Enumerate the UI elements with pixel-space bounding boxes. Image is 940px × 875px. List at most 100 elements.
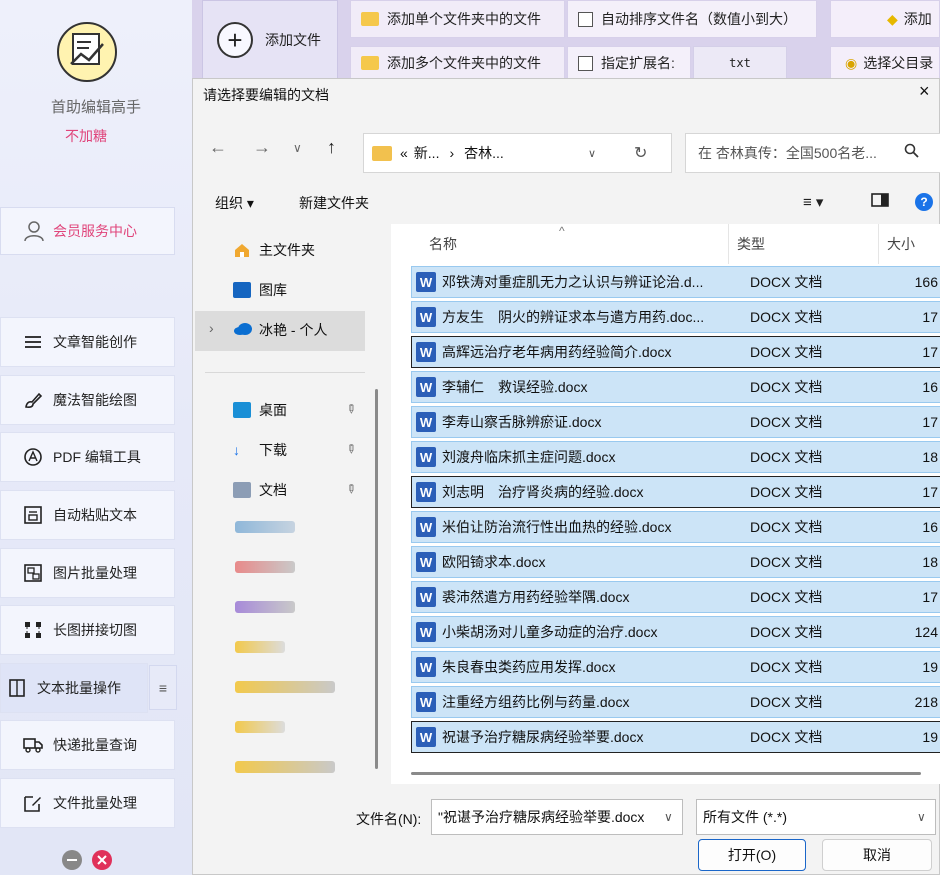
word-doc-icon: W (416, 342, 436, 362)
address-segment[interactable]: 杏林... (464, 143, 504, 163)
file-size: 166 (914, 274, 938, 290)
file-row[interactable]: W 朱良春虫类药应用发挥.docx DOCX 文档 19 (411, 651, 940, 683)
file-type: DOCX 文档 (750, 694, 823, 710)
close-icon[interactable] (92, 850, 112, 870)
select-parent-button[interactable]: ◉ 选择父目录 (830, 46, 940, 80)
preview-pane-icon[interactable] (871, 193, 889, 211)
file-name: 朱良春虫类药应用发挥.docx (442, 659, 616, 675)
new-folder-button[interactable]: 新建文件夹 (299, 193, 369, 213)
column-type[interactable]: 类型 (737, 234, 765, 254)
auto-sort-checkbox[interactable]: 自动排序文件名（数值小到大） (567, 0, 817, 38)
horizontal-scrollbar[interactable] (411, 772, 921, 775)
nav-auto-paste[interactable]: 自动粘贴文本 (0, 490, 175, 540)
file-type: DOCX 文档 (750, 309, 823, 325)
add-file-label: 添加文件 (265, 32, 321, 48)
file-row[interactable]: W 李寿山察舌脉辨瘀证.docx DOCX 文档 17 (411, 406, 940, 438)
nav-file-batch[interactable]: 文件批量处理 (0, 778, 175, 828)
cancel-button[interactable]: 取消 (822, 839, 932, 871)
address-segment[interactable]: 新... (414, 143, 440, 163)
filename-input[interactable]: "祝谌予治疗糖尿病经验举要.docx ∨ (431, 799, 683, 835)
add-single-folder-button[interactable]: 添加单个文件夹中的文件 (350, 0, 565, 38)
member-center-button[interactable]: 会员服务中心 (0, 207, 175, 255)
nav-scrollbar[interactable] (375, 389, 378, 769)
nav-gallery[interactable]: 图库 (233, 272, 287, 308)
file-name: 欧阳锜求本.docx (442, 554, 546, 570)
file-row[interactable]: W 高辉远治疗老年病用药经验简介.docx DOCX 文档 17 (411, 336, 940, 368)
address-overflow[interactable]: « (400, 145, 408, 161)
file-type-select[interactable]: 所有文件 (*.*) ∨ (696, 799, 936, 835)
nav-label: 文件批量处理 (53, 795, 137, 811)
nav-home[interactable]: 主文件夹 (233, 232, 315, 268)
chevron-down-icon[interactable]: ∨ (664, 810, 673, 824)
minimize-icon[interactable] (62, 850, 82, 870)
nav-downloads[interactable]: ↓ 下载 (233, 432, 287, 468)
column-separator[interactable] (878, 224, 879, 264)
specify-ext-checkbox[interactable]: 指定扩展名: (567, 46, 691, 80)
view-list-icon[interactable]: ≡ ▾ (803, 193, 823, 211)
file-list: ^ 名称 类型 大小 W 邓铁涛对重症肌无力之认识与辨证论治.d... DOCX 文… (391, 224, 940, 784)
file-row[interactable]: W 欧阳锜求本.docx DOCX 文档 18 (411, 546, 940, 578)
file-row[interactable]: W 小柴胡汤对儿童多动症的治疗.docx DOCX 文档 124 (411, 616, 940, 648)
word-doc-icon: W (416, 412, 436, 432)
nav-image-batch[interactable]: 图片批量处理 (0, 548, 175, 598)
nav-pdf-tools[interactable]: PDF 编辑工具 (0, 432, 175, 482)
chevron-down-icon[interactable]: ∨ (588, 147, 596, 160)
pin-icon[interactable]: ✎ (343, 400, 360, 417)
nav-desktop-label: 桌面 (259, 402, 287, 418)
navigation-pane: 主文件夹 图库 › 冰艳 - 个人 桌面 ✎ ↓ 下载 ✎ 文档 ✎ (193, 224, 383, 784)
blurred-item (235, 681, 335, 693)
column-name[interactable]: 名称 (429, 234, 457, 254)
chevron-down-icon: ∨ (917, 810, 926, 824)
file-row[interactable]: W 李辅仁 救误经验.docx DOCX 文档 16 (411, 371, 940, 403)
nav-home-label: 主文件夹 (259, 242, 315, 258)
add-single-folder-label: 添加单个文件夹中的文件 (387, 11, 541, 27)
file-row[interactable]: W 注重经方组药比例与药量.docx DOCX 文档 218 (411, 686, 940, 718)
forward-arrow-icon[interactable]: → (253, 137, 271, 158)
extension-input[interactable]: txt (693, 46, 787, 80)
up-arrow-icon[interactable]: ↑ (327, 137, 336, 158)
file-size: 18 (922, 449, 938, 465)
add-multi-folder-button[interactable]: 添加多个文件夹中的文件 (350, 46, 565, 80)
dialog-close-icon[interactable]: × (919, 81, 939, 102)
pin-icon[interactable]: ✎ (343, 480, 360, 497)
file-row[interactable]: W 祝谌予治疗糖尿病经验举要.docx DOCX 文档 19 (411, 721, 940, 753)
nav-desktop[interactable]: 桌面 (233, 392, 287, 428)
file-row[interactable]: W 刘渡舟临床抓主症问题.docx DOCX 文档 18 (411, 441, 940, 473)
column-separator[interactable] (728, 224, 729, 264)
nav-documents[interactable]: 文档 (233, 472, 287, 508)
app-logo-icon (57, 22, 117, 82)
nav-text-batch[interactable]: 文本批量操作 (0, 663, 148, 713)
file-name: 祝谌予治疗糖尿病经验举要.docx (442, 729, 644, 745)
nav-onedrive[interactable]: 冰艳 - 个人 (233, 312, 327, 348)
pin-icon[interactable]: ✎ (343, 440, 360, 457)
file-row[interactable]: W 刘志明 治疗肾炎病的经验.docx DOCX 文档 17 (411, 476, 940, 508)
truck-icon (23, 735, 43, 755)
nav-label: 文本批量操作 (37, 680, 121, 696)
expand-chevron-icon[interactable]: › (209, 320, 214, 336)
add-file-button[interactable]: + 添加文件 (202, 0, 338, 80)
file-row[interactable]: W 邓铁涛对重症肌无力之认识与辨证论治.d... DOCX 文档 166 (411, 266, 940, 298)
help-icon[interactable]: ? (915, 193, 933, 211)
text-icon (7, 678, 27, 698)
back-arrow-icon[interactable]: ← (209, 137, 227, 158)
search-input[interactable]: 在 杏林真传：全国500名老... (685, 133, 940, 173)
search-icon (904, 143, 920, 162)
organize-button[interactable]: 组织 ▾ (215, 193, 254, 213)
desktop-icon (233, 402, 251, 418)
file-row[interactable]: W 裘沛然遣方用药经验举隅.docx DOCX 文档 17 (411, 581, 940, 613)
nav-article-writing[interactable]: 文章智能创作 (0, 317, 175, 367)
nav-long-image[interactable]: 长图拼接切图 (0, 605, 175, 655)
address-bar[interactable]: « 新... › 杏林... ∨ ↻ (363, 133, 672, 173)
file-row[interactable]: W 方友生 阴火的辨证求本与遣方用药.doc... DOCX 文档 17 (411, 301, 940, 333)
column-size[interactable]: 大小 (887, 234, 915, 254)
add-cut-button[interactable]: ◆ 添加 (830, 0, 940, 38)
nav-submenu-toggle[interactable]: ≡ (149, 665, 177, 710)
refresh-icon[interactable]: ↻ (634, 143, 647, 163)
nav-express-query[interactable]: 快递批量查询 (0, 720, 175, 770)
member-center-label: 会员服务中心 (53, 223, 137, 239)
nav-magic-drawing[interactable]: 魔法智能绘图 (0, 375, 175, 425)
recent-chevron-icon[interactable]: ∨ (293, 141, 302, 155)
nav-gallery-label: 图库 (259, 282, 287, 298)
file-row[interactable]: W 米伯让防治流行性出血热的经验.docx DOCX 文档 16 (411, 511, 940, 543)
open-button[interactable]: 打开(O) (698, 839, 806, 871)
